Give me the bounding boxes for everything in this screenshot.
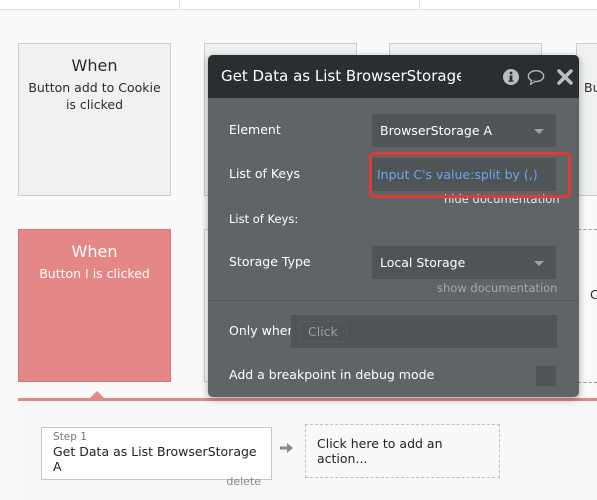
modal-title: Get Data as List BrowserStorage A: [221, 67, 461, 85]
action-step-1[interactable]: Step 1 Get Data as List BrowserStorage A…: [41, 427, 272, 488]
only-when-label: Only when: [229, 323, 296, 338]
list-of-keys-doc: List of Keys:: [229, 212, 299, 226]
delete-step-link[interactable]: delete: [53, 475, 261, 488]
chevron-down-icon: [534, 129, 544, 134]
list-of-keys-label: List of Keys: [229, 166, 301, 181]
partial-card-text: Bu: [584, 80, 597, 95]
breakpoint-checkbox[interactable]: [536, 366, 556, 386]
workflow-editor: Bu C When Button add to Cookie is clicke…: [0, 0, 597, 500]
dashed-separator: [578, 382, 597, 383]
divider: [419, 0, 420, 10]
event-when-label: When: [71, 56, 118, 75]
section-divider: [208, 300, 579, 301]
selected-event-pointer: [89, 391, 105, 399]
chevron-down-icon: [534, 261, 544, 266]
storage-type-value: Local Storage: [380, 255, 466, 270]
element-label: Element: [229, 122, 281, 137]
breakpoint-label: Add a breakpoint in debug mode: [229, 367, 435, 382]
event-card-background[interactable]: [576, 43, 597, 196]
top-strip: [0, 0, 597, 10]
only-when-placeholder[interactable]: Click: [299, 321, 347, 342]
action-property-editor: Get Data as List BrowserStorage A Elemen…: [208, 55, 579, 397]
step-title: Get Data as List BrowserStorage A: [53, 444, 257, 474]
modal-header[interactable]: Get Data as List BrowserStorage A: [208, 55, 579, 98]
divider: [179, 0, 180, 10]
step-label: Step 1: [53, 431, 87, 443]
partial-card-text: C: [590, 287, 597, 302]
add-action-label: Click here to add an action...: [317, 436, 443, 466]
storage-type-label: Storage Type: [229, 254, 311, 269]
element-value: BrowserStorage A: [380, 123, 493, 138]
close-icon[interactable]: [556, 68, 574, 86]
storage-type-dropdown[interactable]: Local Storage: [372, 246, 556, 279]
info-icon[interactable]: [502, 68, 520, 86]
event-when-label: When: [71, 242, 118, 261]
dashed-separator: [578, 229, 597, 230]
comment-icon[interactable]: [527, 68, 545, 86]
show-documentation-link[interactable]: show documentation: [437, 281, 557, 295]
only-when-condition-field[interactable]: Click: [291, 315, 557, 348]
arrow-right-icon: [280, 443, 293, 453]
add-action-button[interactable]: Click here to add an action...: [305, 424, 500, 478]
element-dropdown[interactable]: BrowserStorage A: [372, 114, 556, 147]
event-card-button-i[interactable]: When Button I is clicked: [18, 229, 171, 382]
annotation-highlight-box: [369, 152, 571, 198]
event-description: Button add to Cookie is clicked: [28, 80, 161, 112]
event-description: Button I is clicked: [39, 266, 150, 281]
event-card-add-to-cookie[interactable]: When Button add to Cookie is clicked: [18, 43, 171, 196]
